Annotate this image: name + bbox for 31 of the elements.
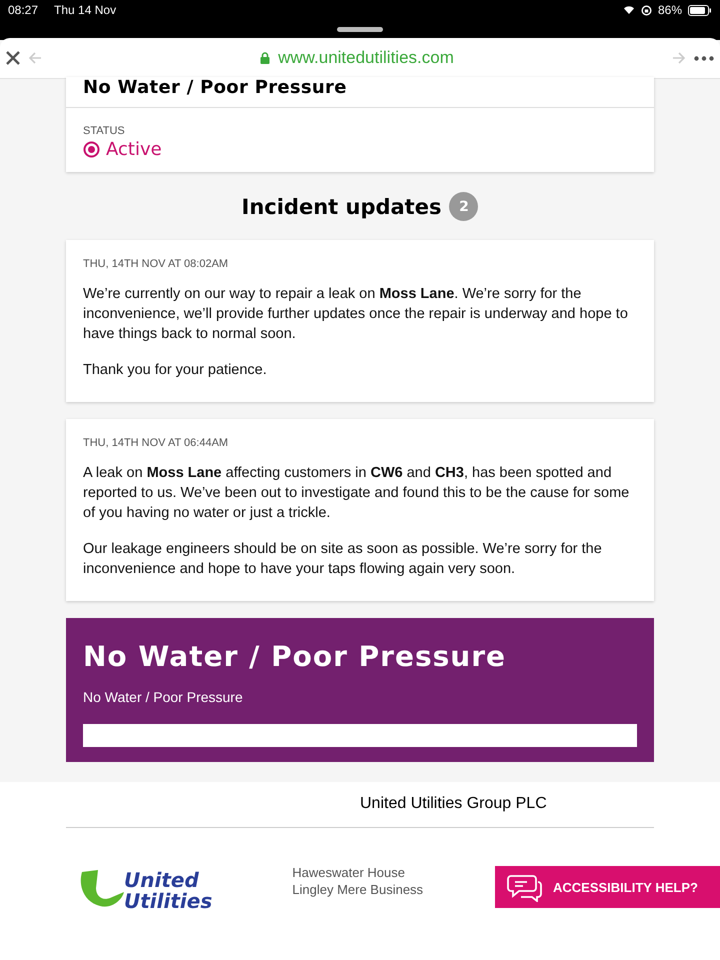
battery-icon — [688, 4, 712, 16]
status-time: 08:27 — [8, 3, 38, 17]
status-label: STATUS — [83, 125, 126, 137]
address-line: Lingley Mere Business — [292, 881, 424, 898]
address-line: Haweswater House — [292, 864, 406, 881]
grabber-handle[interactable] — [337, 27, 383, 32]
radio-dot-icon — [83, 141, 100, 158]
status-value: Active — [106, 139, 162, 160]
status-date: Thu 14 Nov — [54, 3, 116, 17]
wifi-icon — [622, 5, 635, 15]
update-paragraph: We’re currently on our way to repair a leak on Moss Lane. We’re sorry for the inconvenience, we’ll provide further updates once the repair is underway and hope to have things back to normal soon. — [83, 285, 629, 344]
update-timestamp: THU, 14TH NOV AT 06:44AM — [83, 437, 230, 449]
updates-heading: Incident updates — [242, 194, 442, 218]
update-paragraph: Thank you for your patience. — [83, 361, 268, 380]
orientation-lock-icon — [640, 4, 652, 16]
url-text[interactable]: www.unitedutilities.com — [278, 48, 454, 68]
company-logo: United Utilities — [76, 868, 212, 912]
close-icon[interactable] — [6, 51, 20, 65]
accessibility-help-button[interactable]: ACCESSIBILITY HELP? — [495, 866, 720, 908]
count-badge: 2 — [449, 192, 478, 221]
update-paragraph: A leak on Moss Lane affecting customers in CW6 and CH3, has been spotted and reported to us. We’ve been out to investigate and found this to be the cause for some of you having no water or just a trickle. — [83, 464, 630, 523]
update-timestamp: THU, 14TH NOV AT 08:02AM — [83, 258, 230, 270]
battery-percentage: 86% — [658, 3, 682, 17]
company-name: United Utilities Group PLC — [359, 794, 548, 813]
banner-title: No Water / Poor Pressure — [83, 640, 508, 673]
incident-title: No Water / Poor Pressure — [66, 77, 654, 108]
more-icon[interactable] — [694, 56, 714, 60]
chat-bubbles-icon — [507, 872, 543, 902]
update-paragraph: Our leakage engineers should be on site as soon as possible. We’re sorry for the inconvenience and hope to have your taps flowing again very soon. — [83, 540, 603, 579]
lock-icon — [260, 52, 270, 64]
banner-subtitle: No Water / Poor Pressure — [83, 689, 244, 705]
